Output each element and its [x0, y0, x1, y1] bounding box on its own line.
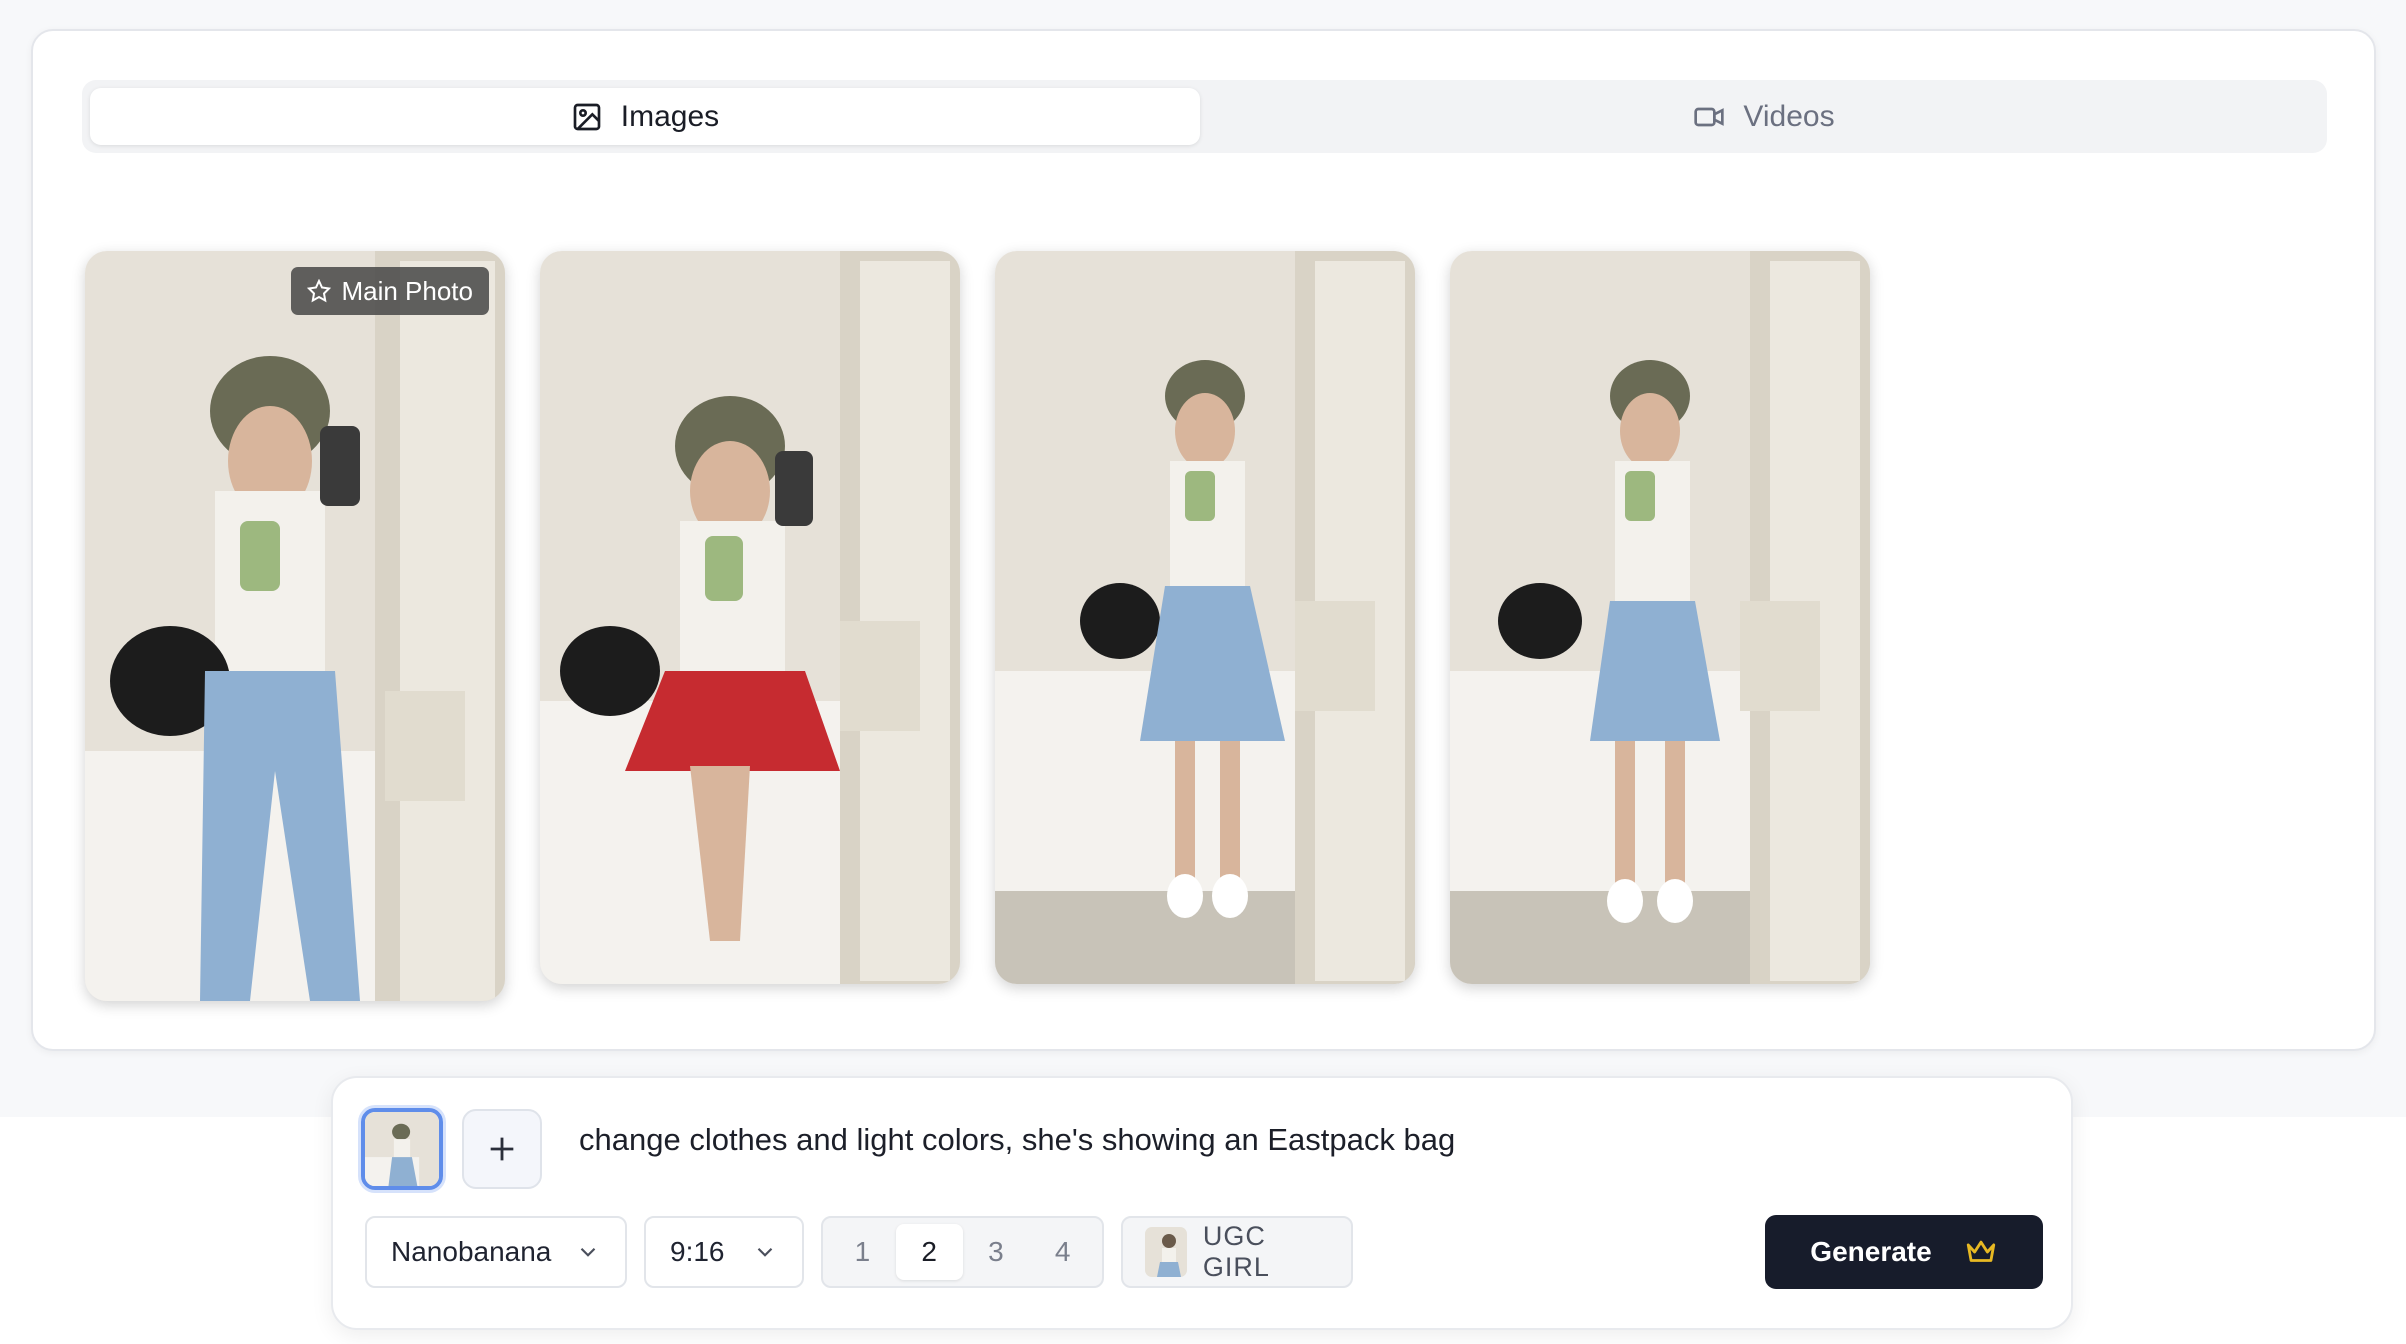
plus-icon	[490, 1137, 514, 1161]
tab-images[interactable]: Images	[90, 88, 1200, 145]
star-icon	[307, 279, 332, 303]
results-panel: Images Videos Main Photo	[31, 29, 2376, 1051]
count-option-2[interactable]: 2	[895, 1224, 963, 1280]
chevron-down-icon	[757, 1247, 773, 1257]
video-camera-icon	[1694, 107, 1725, 126]
tab-videos[interactable]: Videos	[1209, 88, 2319, 145]
avatar-selector[interactable]: UGC GIRL	[1121, 1216, 1353, 1288]
generated-image-card[interactable]	[995, 251, 1415, 984]
generate-button[interactable]: Generate	[1765, 1215, 2043, 1289]
media-type-tabs: Images Videos	[82, 80, 2327, 153]
add-image-button[interactable]	[462, 1109, 542, 1189]
tab-images-label: Images	[620, 99, 720, 133]
main-photo-badge: Main Photo	[291, 267, 489, 315]
generated-image-card[interactable]	[1450, 251, 1870, 984]
avatar-label: UGC GIRL	[1202, 1221, 1270, 1282]
image-count-selector: 1 2 3 4	[821, 1216, 1104, 1288]
reference-image-thumbnail[interactable]	[361, 1108, 443, 1190]
prompt-composer: Nanobanana 9:16 1 2 3 4 UGC GIRL Generat…	[331, 1076, 2073, 1330]
image-icon	[573, 103, 601, 130]
tab-videos-label: Videos	[1743, 99, 1835, 133]
count-option-4[interactable]: 4	[1029, 1224, 1096, 1280]
count-option-3[interactable]: 3	[963, 1224, 1030, 1280]
prompt-input[interactable]	[579, 1122, 1959, 1158]
main-photo-label: Main Photo	[341, 275, 473, 306]
generate-label: Generate	[1810, 1236, 1932, 1267]
count-option-1[interactable]: 1	[829, 1224, 896, 1280]
aspect-ratio-select[interactable]: 9:16	[644, 1216, 804, 1288]
chevron-down-icon	[580, 1247, 596, 1257]
generated-image-card[interactable]: Main Photo	[85, 251, 505, 1001]
photo-jeans	[85, 251, 505, 1001]
photo-denim-skirt	[1450, 251, 1870, 984]
photo-denim-skirt	[995, 251, 1415, 984]
aspect-ratio-value: 9:16	[670, 1236, 725, 1267]
model-select[interactable]: Nanobanana	[365, 1216, 627, 1288]
avatar	[1145, 1227, 1187, 1277]
model-select-value: Nanobanana	[391, 1236, 552, 1267]
reference-photo	[365, 1112, 439, 1186]
crown-icon	[1966, 1240, 1995, 1262]
generated-image-card[interactable]	[540, 251, 960, 984]
photo-red-skirt	[540, 251, 960, 984]
